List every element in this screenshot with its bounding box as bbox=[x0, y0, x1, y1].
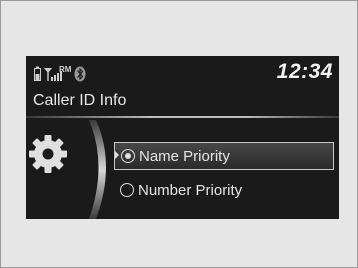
curved-panel-edge bbox=[89, 120, 106, 219]
gear-icon bbox=[29, 135, 67, 173]
settings-panel bbox=[26, 120, 108, 219]
divider bbox=[26, 116, 339, 118]
status-bar: RM 12:34 bbox=[26, 56, 339, 88]
settings-panel-graphic bbox=[29, 120, 106, 219]
status-icons: RM bbox=[34, 65, 86, 82]
bluetooth-icon bbox=[74, 66, 86, 82]
option-name-priority[interactable]: Name Priority bbox=[114, 142, 334, 170]
selection-pointer bbox=[115, 151, 119, 159]
audio-display-screen: RM 12:34 Caller ID Info Name Priority Nu… bbox=[26, 56, 339, 219]
option-number-priority[interactable]: Number Priority bbox=[114, 176, 334, 204]
radio-unselected-icon bbox=[120, 183, 134, 197]
svg-text:RM: RM bbox=[59, 65, 72, 74]
option-label: Number Priority bbox=[138, 181, 243, 199]
battery-icon bbox=[34, 66, 41, 81]
roaming-icon: RM bbox=[59, 65, 72, 74]
screen-title: Caller ID Info bbox=[33, 92, 127, 109]
clock: 12:34 bbox=[276, 60, 333, 83]
radio-selected-icon bbox=[121, 149, 135, 163]
manual-figure-frame: RM 12:34 Caller ID Info Name Priority Nu… bbox=[0, 0, 358, 268]
option-label: Name Priority bbox=[139, 147, 230, 165]
